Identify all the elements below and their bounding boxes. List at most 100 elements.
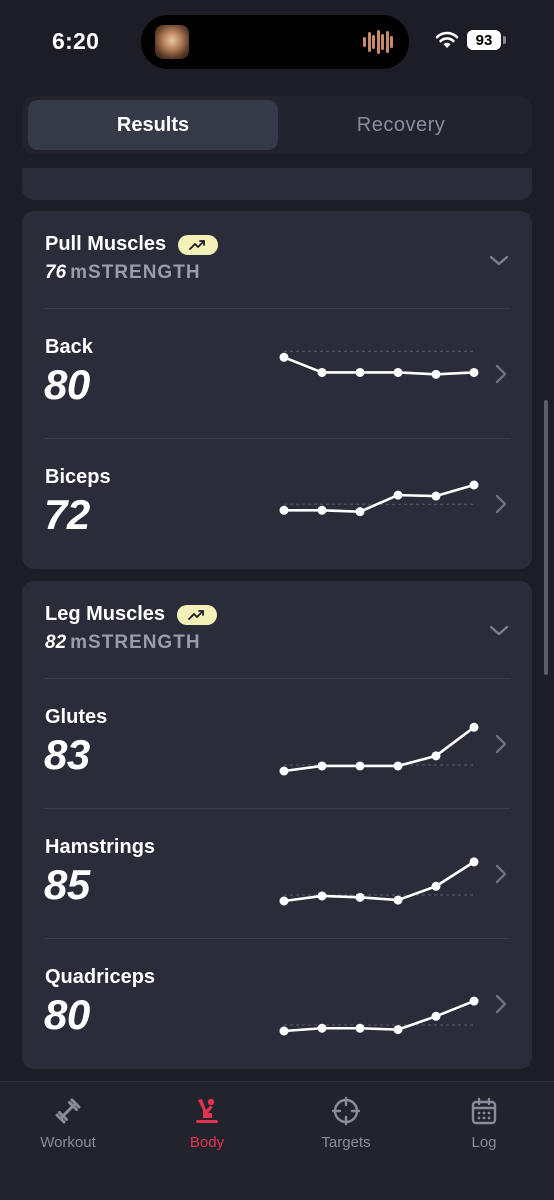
chevron-right-icon[interactable] bbox=[492, 492, 510, 516]
sparkline-point bbox=[431, 369, 441, 379]
chevron-right-icon[interactable] bbox=[492, 992, 510, 1016]
sparkline-point bbox=[317, 1023, 327, 1033]
wifi-icon bbox=[435, 31, 459, 48]
sparkline-line bbox=[283, 356, 475, 376]
muscle-score: 80 bbox=[44, 991, 90, 1038]
tab-label: Targets bbox=[321, 1134, 371, 1151]
sparkline-point bbox=[279, 505, 289, 515]
tab-label: Body bbox=[189, 1134, 225, 1151]
tab-results[interactable]: Results bbox=[28, 100, 278, 150]
muscle-row-glutes[interactable]: Glutes 83 bbox=[44, 679, 510, 809]
muscle-group-name: Pull Muscles bbox=[45, 233, 167, 255]
muscle-group-card-pull: Pull Muscles 76 mSTRENGTH Back 80 Biceps … bbox=[22, 211, 532, 569]
sparkline-point bbox=[393, 895, 403, 905]
tab-workout[interactable]: Workout bbox=[18, 1096, 118, 1156]
dynamic-island[interactable] bbox=[141, 15, 409, 69]
muscle-name: Back bbox=[45, 336, 93, 358]
group-score-unit: mSTRENGTH bbox=[70, 632, 201, 653]
crosshair-icon bbox=[331, 1096, 361, 1126]
calendar-icon bbox=[471, 1097, 497, 1125]
sparkline-point bbox=[469, 857, 479, 867]
muscle-name: Hamstrings bbox=[45, 836, 156, 858]
muscle-score: 72 bbox=[44, 491, 90, 538]
muscle-group-title: Pull Muscles bbox=[45, 233, 219, 256]
sparkline-point bbox=[469, 996, 479, 1006]
group-score-value: 82 bbox=[45, 632, 67, 653]
chevron-down-icon[interactable] bbox=[488, 249, 510, 271]
sparkline-point bbox=[279, 1026, 289, 1036]
bottom-tab-bar: Workout Body Targets Log bbox=[0, 1081, 554, 1200]
audio-waveform-icon bbox=[363, 29, 393, 55]
muscle-group-title: Leg Muscles bbox=[45, 603, 218, 626]
battery-icon: 93 bbox=[467, 30, 506, 50]
muscle-row-back[interactable]: Back 80 bbox=[44, 309, 510, 439]
sparkline-point bbox=[431, 491, 441, 501]
sparkline-point bbox=[317, 505, 327, 515]
chevron-down-icon[interactable] bbox=[488, 619, 510, 641]
muscle-group-header[interactable]: Pull Muscles 76 mSTRENGTH bbox=[44, 211, 510, 309]
now-playing-artwork bbox=[155, 25, 189, 59]
tab-body[interactable]: Body bbox=[157, 1096, 257, 1156]
results-recovery-toggle: Results Recovery bbox=[22, 96, 532, 154]
body-icon bbox=[196, 1098, 218, 1123]
sparkline-point bbox=[355, 507, 365, 517]
dumbbell-icon bbox=[55, 1098, 81, 1124]
muscle-row-quadriceps[interactable]: Quadriceps 80 bbox=[44, 939, 510, 1069]
sparkline-line bbox=[283, 860, 475, 903]
tab-label: Workout bbox=[40, 1134, 96, 1151]
sparkline-point bbox=[393, 367, 403, 377]
tab-label: Log bbox=[471, 1134, 497, 1151]
sparkline-point bbox=[355, 1023, 365, 1033]
sparkline-point bbox=[317, 891, 327, 901]
muscle-name: Glutes bbox=[45, 706, 108, 728]
sparkline-point bbox=[317, 761, 327, 771]
tab-log[interactable]: Log bbox=[434, 1096, 534, 1156]
muscle-group-score: 76 mSTRENGTH bbox=[45, 262, 201, 284]
muscle-row-biceps[interactable]: Biceps 72 bbox=[44, 439, 510, 569]
scroll-indicator[interactable] bbox=[544, 400, 548, 675]
trending-up-icon bbox=[189, 239, 206, 250]
status-time: 6:20 bbox=[52, 28, 100, 54]
muscle-group-name: Leg Muscles bbox=[45, 603, 166, 625]
trend-sparkline bbox=[279, 350, 479, 379]
sparkline-point bbox=[355, 761, 365, 771]
muscle-group-header[interactable]: Leg Muscles 82 mSTRENGTH bbox=[44, 581, 510, 679]
muscle-name: Quadriceps bbox=[45, 966, 156, 988]
sparkline-line bbox=[283, 999, 475, 1033]
sparkline-point bbox=[317, 367, 327, 377]
sparkline-line bbox=[284, 483, 475, 513]
muscle-group-score: 82 mSTRENGTH bbox=[45, 632, 201, 654]
sparkline-point bbox=[431, 1011, 441, 1021]
sparkline-point bbox=[469, 480, 479, 490]
muscle-row-hamstrings[interactable]: Hamstrings 85 bbox=[44, 809, 510, 939]
sparkline-point bbox=[393, 761, 403, 771]
chevron-right-icon[interactable] bbox=[492, 732, 510, 756]
sparkline-point bbox=[393, 490, 403, 500]
status-icons: 93 bbox=[435, 30, 506, 50]
muscle-score: 83 bbox=[44, 731, 90, 778]
trending-up-badge bbox=[177, 604, 218, 625]
trending-up-badge bbox=[178, 234, 219, 255]
app-screen: 6:20 93 Results Recovery Pull Muscles 76… bbox=[0, 0, 554, 1200]
muscle-score: 80 bbox=[44, 361, 90, 408]
trend-sparkline bbox=[279, 857, 479, 906]
chevron-right-icon[interactable] bbox=[492, 862, 510, 886]
sparkline-point bbox=[279, 766, 289, 776]
sparkline-point bbox=[431, 751, 441, 761]
sparkline-point bbox=[431, 881, 441, 891]
muscle-score: 85 bbox=[44, 861, 90, 908]
previous-card-bottom bbox=[22, 168, 532, 200]
chevron-right-icon[interactable] bbox=[492, 362, 510, 386]
tab-recovery[interactable]: Recovery bbox=[276, 100, 526, 150]
group-score-value: 76 bbox=[45, 262, 67, 283]
sparkline-point bbox=[393, 1025, 403, 1035]
battery-level: 93 bbox=[467, 30, 501, 50]
sparkline-point bbox=[279, 352, 289, 362]
status-bar: 6:20 93 bbox=[0, 0, 554, 86]
sparkline-point bbox=[355, 367, 365, 377]
trend-sparkline bbox=[279, 480, 479, 517]
sparkline-point bbox=[469, 367, 479, 377]
group-score-unit: mSTRENGTH bbox=[70, 262, 201, 283]
tab-targets[interactable]: Targets bbox=[296, 1096, 396, 1156]
trending-up-icon bbox=[188, 609, 204, 620]
